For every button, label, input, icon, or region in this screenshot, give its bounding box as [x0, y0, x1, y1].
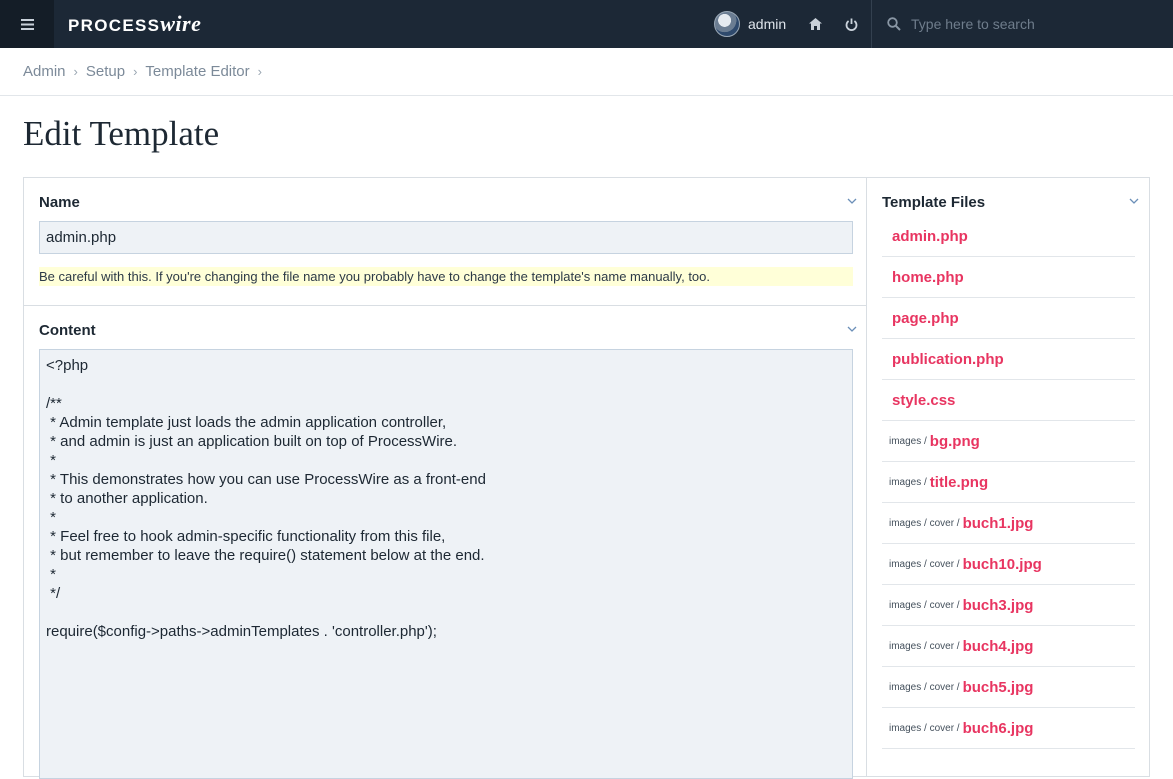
- content-field-label[interactable]: Content: [39, 322, 96, 339]
- file-link[interactable]: bg.png: [930, 433, 980, 450]
- file-link[interactable]: buch1.jpg: [963, 515, 1034, 532]
- template-files-label[interactable]: Template Files: [882, 194, 985, 211]
- breadcrumb-setup[interactable]: Setup: [86, 63, 125, 80]
- breadcrumb-divider: [0, 95, 1173, 96]
- file-item[interactable]: images / cover / buch1.jpg: [882, 503, 1135, 544]
- home-icon[interactable]: [808, 18, 822, 30]
- file-item[interactable]: images / cover / buch3.jpg: [882, 585, 1135, 626]
- template-files-panel: Template Files admin.php home.php page.p…: [866, 177, 1150, 777]
- breadcrumb-separator-icon: ›: [73, 63, 78, 79]
- file-link[interactable]: buch10.jpg: [963, 556, 1042, 573]
- breadcrumb: Admin › Setup › Template Editor ›: [23, 61, 270, 81]
- file-item[interactable]: images / cover / buch5.jpg: [882, 667, 1135, 708]
- file-item[interactable]: images / cover / buch4.jpg: [882, 626, 1135, 667]
- file-link[interactable]: page.php: [892, 310, 959, 327]
- file-link[interactable]: buch5.jpg: [963, 679, 1034, 696]
- file-item[interactable]: style.css: [882, 380, 1135, 421]
- power-icon[interactable]: [844, 18, 858, 31]
- file-item[interactable]: images / cover / buch10.jpg: [882, 544, 1135, 585]
- menu-button[interactable]: [0, 0, 54, 48]
- template-files-list: admin.php home.php page.php publication.…: [882, 216, 1135, 749]
- file-link[interactable]: buch4.jpg: [963, 638, 1034, 655]
- file-item[interactable]: images / bg.png: [882, 421, 1135, 462]
- file-link[interactable]: home.php: [892, 269, 964, 286]
- search-input[interactable]: [909, 15, 1149, 33]
- file-link[interactable]: buch3.jpg: [963, 597, 1034, 614]
- file-item[interactable]: images / title.png: [882, 462, 1135, 503]
- logo-text-wire: wire: [160, 11, 202, 36]
- name-input[interactable]: [39, 221, 853, 254]
- avatar[interactable]: [714, 11, 740, 37]
- file-link[interactable]: publication.php: [892, 351, 1004, 368]
- breadcrumb-separator-icon: ›: [133, 63, 138, 79]
- chevron-down-icon[interactable]: [1129, 197, 1139, 205]
- file-item[interactable]: images / cover / buch6.jpg: [882, 708, 1135, 749]
- page-title: Edit Template: [23, 114, 220, 153]
- template-form: Name Be careful with this. If you're cha…: [23, 177, 867, 779]
- chevron-down-icon[interactable]: [847, 325, 857, 333]
- file-link[interactable]: title.png: [930, 474, 988, 491]
- user-nav: admin: [714, 0, 858, 48]
- file-link[interactable]: admin.php: [892, 228, 968, 245]
- breadcrumb-template-editor[interactable]: Template Editor: [145, 63, 249, 80]
- breadcrumb-separator-icon: ›: [257, 63, 262, 79]
- file-item[interactable]: home.php: [882, 257, 1135, 298]
- file-item[interactable]: admin.php: [882, 216, 1135, 257]
- search-box: [871, 0, 1173, 48]
- file-item[interactable]: publication.php: [882, 339, 1135, 380]
- name-field-label[interactable]: Name: [39, 194, 80, 211]
- file-link[interactable]: buch6.jpg: [963, 720, 1034, 737]
- content-editor[interactable]: <?php /** * Admin template just loads th…: [39, 349, 853, 779]
- file-item[interactable]: page.php: [882, 298, 1135, 339]
- chevron-down-icon[interactable]: [847, 197, 857, 205]
- top-bar: PROCESS wire admin: [0, 0, 1173, 48]
- menu-icon: [20, 18, 34, 30]
- field-divider: [24, 305, 867, 306]
- logo-text-process: PROCESS: [68, 16, 161, 35]
- user-name-link[interactable]: admin: [748, 16, 786, 32]
- search-icon: [887, 17, 901, 31]
- file-link[interactable]: style.css: [892, 392, 955, 409]
- breadcrumb-admin[interactable]: Admin: [23, 63, 66, 80]
- processwire-logo[interactable]: PROCESS wire: [68, 11, 201, 37]
- name-field-note: Be careful with this. If you're changing…: [39, 267, 853, 286]
